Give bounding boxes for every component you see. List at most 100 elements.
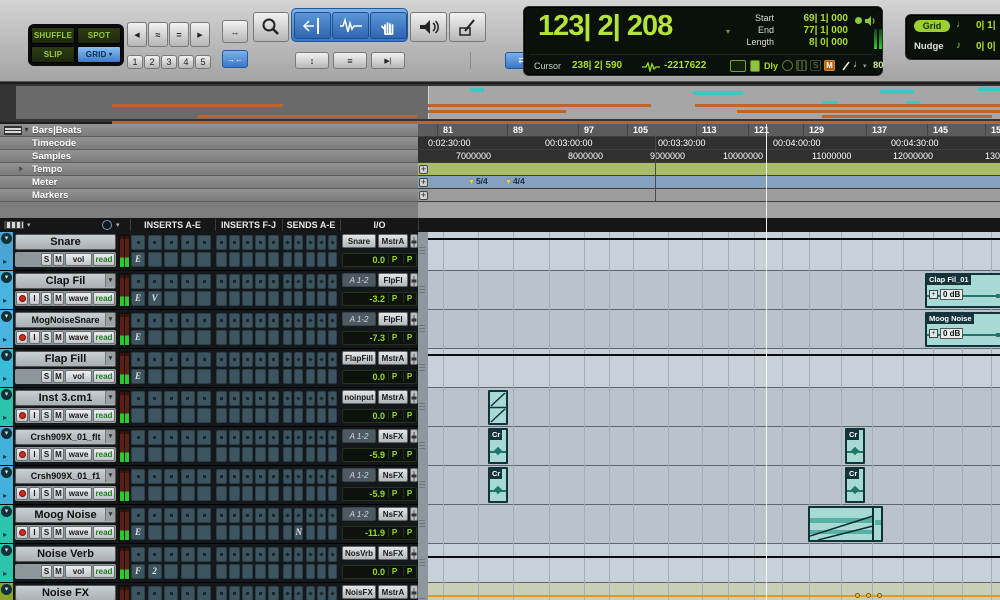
insert-slot[interactable] bbox=[181, 391, 195, 406]
output-path-button[interactable]: NsFX bbox=[378, 429, 408, 443]
insert-slot[interactable] bbox=[197, 352, 211, 367]
insert-slot[interactable] bbox=[229, 564, 240, 579]
insert-slot[interactable] bbox=[131, 486, 145, 501]
grid-value-button[interactable]: Grid bbox=[914, 20, 950, 32]
zoom-preset-5-button[interactable]: 5 bbox=[195, 55, 211, 69]
insert-slot[interactable] bbox=[216, 486, 227, 501]
pencil-tool-button[interactable] bbox=[449, 12, 486, 42]
track-name[interactable]: Inst 3.cm1▾ bbox=[15, 390, 116, 406]
delay-compensation-doc-icon[interactable] bbox=[750, 60, 760, 72]
mute-button[interactable]: M bbox=[53, 331, 64, 344]
insert-slot[interactable] bbox=[268, 274, 279, 289]
send-slot[interactable] bbox=[294, 252, 303, 267]
insert-slot[interactable] bbox=[181, 469, 195, 484]
insert-slot[interactable] bbox=[229, 291, 240, 306]
volume-value[interactable]: 0.0 bbox=[345, 567, 385, 577]
track-color-strip[interactable]: ▾▸ bbox=[0, 232, 13, 270]
solo-button[interactable]: S bbox=[41, 370, 52, 383]
insert-slot[interactable] bbox=[131, 408, 145, 423]
add-marker-button[interactable]: + bbox=[419, 191, 428, 200]
output-path-button[interactable]: NsFX bbox=[378, 507, 408, 521]
output-window-button[interactable] bbox=[410, 429, 418, 443]
insert-slot[interactable]: E bbox=[131, 252, 145, 267]
send-slot[interactable] bbox=[283, 408, 292, 423]
pan-right-value[interactable]: P bbox=[403, 450, 415, 459]
send-slot[interactable] bbox=[306, 564, 315, 579]
track-name[interactable]: Moog Noise▾ bbox=[15, 507, 116, 523]
insert-slot[interactable] bbox=[242, 586, 253, 600]
send-slot[interactable] bbox=[283, 391, 292, 406]
insert-slot[interactable] bbox=[164, 547, 178, 562]
send-slot[interactable] bbox=[306, 313, 315, 328]
track-color-strip[interactable]: ▾▸ bbox=[0, 544, 13, 582]
insert-slot[interactable] bbox=[131, 352, 145, 367]
insert-slot[interactable]: V bbox=[148, 291, 162, 306]
insert-slot[interactable] bbox=[229, 430, 240, 445]
send-slot[interactable] bbox=[306, 525, 315, 540]
insert-slot[interactable] bbox=[164, 408, 178, 423]
audio-clip[interactable] bbox=[808, 506, 883, 542]
insert-slot[interactable] bbox=[197, 313, 211, 328]
meter-ruler[interactable]: ▼5/4▼4/4 bbox=[418, 176, 1000, 189]
pan-right-value[interactable]: P bbox=[403, 528, 415, 537]
insert-slot[interactable] bbox=[268, 469, 279, 484]
insert-slot[interactable] bbox=[242, 369, 253, 384]
grid-value[interactable]: 0| 1| bbox=[976, 20, 996, 31]
input-monitor-button[interactable]: I bbox=[29, 526, 40, 539]
insert-slot[interactable] bbox=[255, 586, 266, 600]
send-slot[interactable] bbox=[283, 469, 292, 484]
insert-slot[interactable] bbox=[181, 564, 195, 579]
insert-slot[interactable] bbox=[148, 369, 162, 384]
clip-gain-node[interactable] bbox=[494, 486, 502, 494]
volume-value[interactable]: -3.2 bbox=[345, 294, 385, 304]
track-color-strip[interactable]: ▾▸ bbox=[0, 271, 13, 309]
input-path-button[interactable]: A 1-2 bbox=[342, 507, 376, 521]
insert-slot[interactable]: F bbox=[131, 564, 145, 579]
send-slot[interactable] bbox=[306, 447, 315, 462]
send-slot[interactable] bbox=[328, 525, 337, 540]
insert-slot[interactable] bbox=[255, 525, 266, 540]
send-slot[interactable] bbox=[317, 564, 326, 579]
pan-left-value[interactable]: P bbox=[388, 372, 400, 381]
send-slot[interactable] bbox=[328, 252, 337, 267]
track-collapse-button[interactable]: ▾ bbox=[1, 545, 12, 556]
global-solo-indicator[interactable]: S bbox=[810, 60, 821, 71]
insert-slot[interactable] bbox=[255, 469, 266, 484]
pan-right-value[interactable]: P bbox=[403, 372, 415, 381]
insert-slot[interactable] bbox=[181, 525, 195, 540]
timeout-clock-icon[interactable] bbox=[782, 60, 793, 71]
track-collapse-button[interactable]: ▾ bbox=[1, 311, 12, 322]
insert-slot[interactable] bbox=[268, 430, 279, 445]
automation-mode-button[interactable]: read bbox=[93, 448, 115, 461]
sends-ae-header[interactable]: SENDS A-E bbox=[283, 218, 339, 232]
send-slot[interactable] bbox=[294, 408, 303, 423]
insert-slot[interactable] bbox=[197, 486, 211, 501]
track-view-button[interactable]: wave bbox=[65, 292, 92, 305]
send-slot[interactable] bbox=[317, 391, 326, 406]
send-slot[interactable] bbox=[294, 274, 303, 289]
send-slot[interactable] bbox=[317, 430, 326, 445]
send-slot[interactable] bbox=[283, 291, 292, 306]
insert-slot[interactable] bbox=[181, 330, 195, 345]
insert-slot[interactable] bbox=[255, 430, 266, 445]
counter-dropdown-icon[interactable]: ▾ bbox=[726, 27, 730, 36]
track-name[interactable]: Noise FX bbox=[15, 585, 116, 600]
insert-slot[interactable] bbox=[216, 313, 227, 328]
track-collapse-button[interactable]: ▾ bbox=[1, 428, 12, 439]
send-slot[interactable] bbox=[283, 313, 292, 328]
send-slot[interactable] bbox=[317, 586, 326, 600]
automation-mode-button[interactable]: read bbox=[93, 526, 115, 539]
insert-slot[interactable] bbox=[197, 508, 211, 523]
insert-slot[interactable] bbox=[255, 508, 266, 523]
tempo-ruler[interactable] bbox=[418, 163, 1000, 176]
output-window-button[interactable] bbox=[410, 351, 418, 365]
send-slot[interactable] bbox=[306, 391, 315, 406]
samples-ruler[interactable]: 7000000800000090000001000000011000000120… bbox=[418, 150, 1000, 163]
insert-slot[interactable] bbox=[131, 274, 145, 289]
insert-slot[interactable] bbox=[164, 291, 178, 306]
automation-mode-button[interactable]: read bbox=[93, 409, 115, 422]
track-view-button[interactable]: wave bbox=[65, 409, 92, 422]
insert-slot[interactable] bbox=[148, 525, 162, 540]
track-collapse-button[interactable]: ▾ bbox=[1, 272, 12, 283]
output-path-button[interactable]: FlpFl bbox=[378, 312, 408, 326]
